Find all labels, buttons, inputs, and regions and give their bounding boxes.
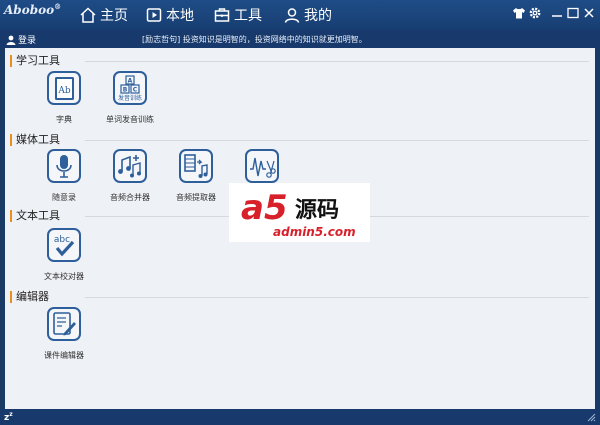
divider [85,297,589,298]
play-icon [146,8,162,22]
nav-tools[interactable]: 工具 [214,5,262,25]
home-icon [80,7,96,23]
tool-label: 音频提取器 [176,193,216,202]
shirt-icon[interactable] [512,6,526,20]
title-bar: Aboboo® 主页 本地 工具 我的 [0,0,600,30]
section-title-media: 媒体工具 [10,134,60,146]
watermark-logo: a5 源码 admin5.com [229,183,370,242]
maximize-icon[interactable] [566,6,580,20]
divider [85,140,589,141]
nav-mine[interactable]: 我的 [284,5,332,25]
nav-home-label: 主页 [100,8,128,24]
dictionary-icon: Ab [47,71,81,105]
svg-text:源码: 源码 [295,198,339,223]
toolbox-icon [214,8,230,22]
svg-text:B: B [123,87,128,94]
music-merge-icon [113,149,147,183]
user-icon [6,35,16,45]
svg-text:admin5.com: admin5.com [273,225,356,239]
section-title-learning: 学习工具 [10,55,60,67]
nav-local-label: 本地 [166,8,194,24]
divider [85,61,589,62]
tool-label: 字典 [56,115,72,124]
svg-text:Ab: Ab [57,86,70,96]
tool-audio-merger[interactable]: 音频合并器 [95,149,165,203]
tool-audio-extractor[interactable]: 音频提取器 [161,149,231,203]
tool-text-proofreader[interactable]: abc 文本校对器 [29,228,99,282]
nav-local[interactable]: 本地 [146,5,194,25]
audio-cut-icon [245,149,279,183]
resize-grip-icon[interactable] [586,412,596,422]
courseware-edit-icon [47,307,81,341]
login-button[interactable]: 登录 [6,33,36,46]
app-logo: Aboboo® [4,2,62,17]
abc-check-icon: abc [47,228,81,262]
tool-label: 课件编辑器 [44,351,84,360]
quote-ticker: [励志哲句] 投资知识是明智的，投资网络中的知识就更加明智。 [142,35,367,44]
tool-voice-recorder[interactable]: 随意录 [29,149,99,203]
svg-text:abc: abc [54,235,70,245]
nav-home[interactable]: 主页 [80,5,128,25]
nav-tools-label: 工具 [234,8,262,24]
section-title-text: 文本工具 [10,210,60,222]
tool-dictionary[interactable]: Ab 字典 [29,71,99,125]
tool-label: 音频合并器 [110,193,150,202]
film-music-icon [179,149,213,183]
sleep-icon[interactable]: zz [4,411,13,423]
svg-text:a5: a5 [241,188,288,228]
minimize-icon[interactable] [550,6,564,20]
tool-courseware-editor[interactable]: 课件编辑器 [29,307,99,361]
user-icon [284,8,300,23]
tool-label: 随意录 [52,193,76,202]
login-label: 登录 [18,36,37,46]
svg-text:发音训练: 发音训练 [118,94,142,102]
microphone-icon [47,149,81,183]
close-icon[interactable] [582,6,596,20]
gear-icon[interactable] [528,6,542,20]
abc-blocks-icon: A B C 发音训练 [113,71,147,105]
tool-label: 文本校对器 [44,272,84,281]
tool-word-pronunciation[interactable]: A B C 发音训练 单词发音训练 [95,71,165,125]
sub-bar: 登录 [励志哲句] 投资知识是明智的，投资网络中的知识就更加明智。 [0,30,600,48]
svg-text:A: A [128,78,133,85]
svg-text:C: C [133,87,138,94]
tool-label: 单词发音训练 [106,115,154,124]
status-bar: zz [0,409,600,425]
nav-mine-label: 我的 [304,8,332,24]
section-title-editor: 编辑器 [10,291,49,303]
